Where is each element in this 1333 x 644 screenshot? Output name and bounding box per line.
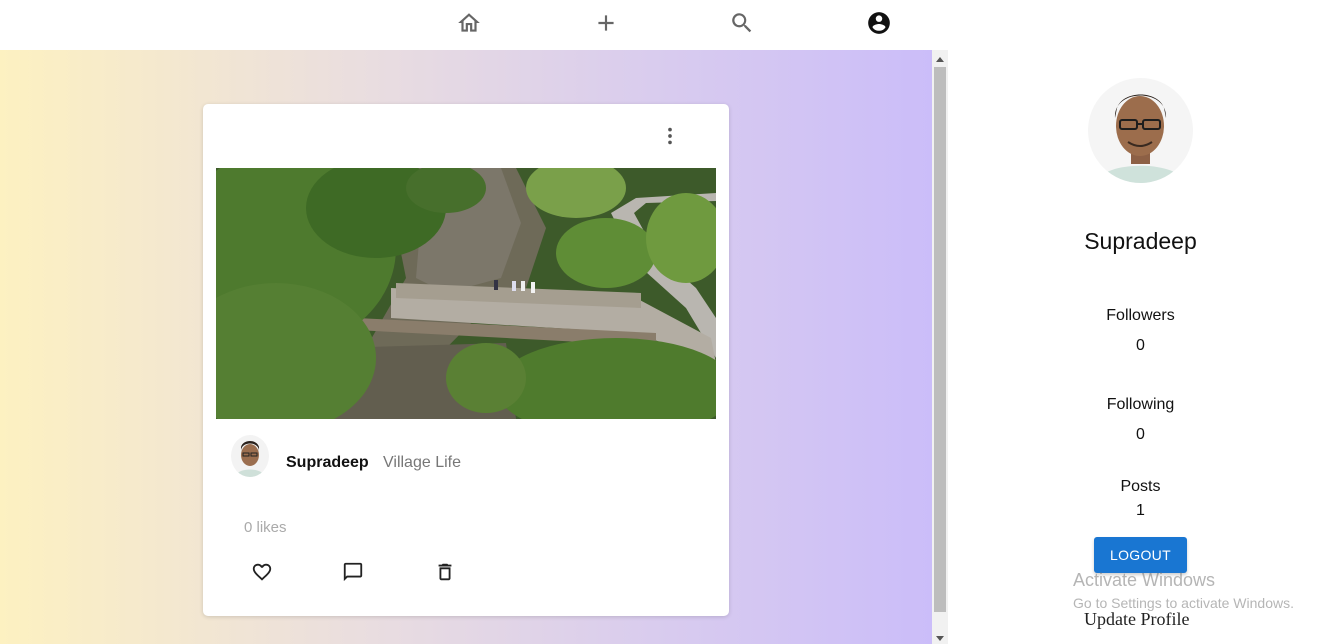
delete-icon[interactable] <box>431 558 459 586</box>
comment-icon[interactable] <box>339 558 367 586</box>
update-profile-link[interactable]: Update Profile <box>1084 609 1189 630</box>
heart-icon[interactable] <box>248 558 276 586</box>
account-circle-icon[interactable] <box>862 8 896 38</box>
search-icon[interactable] <box>725 8 759 38</box>
add-icon[interactable] <box>589 8 623 38</box>
more-options-icon[interactable] <box>659 124 681 148</box>
scroll-up-arrow-icon[interactable] <box>936 57 944 62</box>
profile-avatar[interactable] <box>1088 78 1193 183</box>
scroll-thumb[interactable] <box>934 67 946 612</box>
post-caption: Village Life <box>383 454 461 471</box>
post-author-name[interactable]: Supradeep <box>286 454 369 472</box>
posts-label: Posts <box>1120 478 1161 495</box>
scroll-down-arrow-icon[interactable] <box>936 636 944 641</box>
following-label: Following <box>1106 396 1175 413</box>
home-icon[interactable] <box>452 8 486 38</box>
likes-count: 0 likes <box>244 519 287 536</box>
following-count: 0 <box>1136 426 1145 443</box>
top-navbar <box>0 0 948 50</box>
followers-label: Followers <box>1106 307 1175 324</box>
logout-button[interactable]: LOGOUT <box>1094 537 1187 573</box>
feed-area: Supradeep Village Life 0 likes <box>0 50 932 644</box>
profile-panel: Supradeep Followers 0 Following 0 Posts … <box>948 0 1333 644</box>
followers-count: 0 <box>1136 337 1145 354</box>
activate-windows-title: Activate Windows <box>1073 570 1216 590</box>
author-avatar[interactable] <box>231 435 269 477</box>
feed-scrollbar[interactable] <box>932 50 948 644</box>
profile-name: Supradeep <box>1084 228 1197 254</box>
post-image[interactable] <box>216 168 716 419</box>
post-card: Supradeep Village Life 0 likes <box>203 104 729 616</box>
posts-count: 1 <box>1136 502 1145 519</box>
